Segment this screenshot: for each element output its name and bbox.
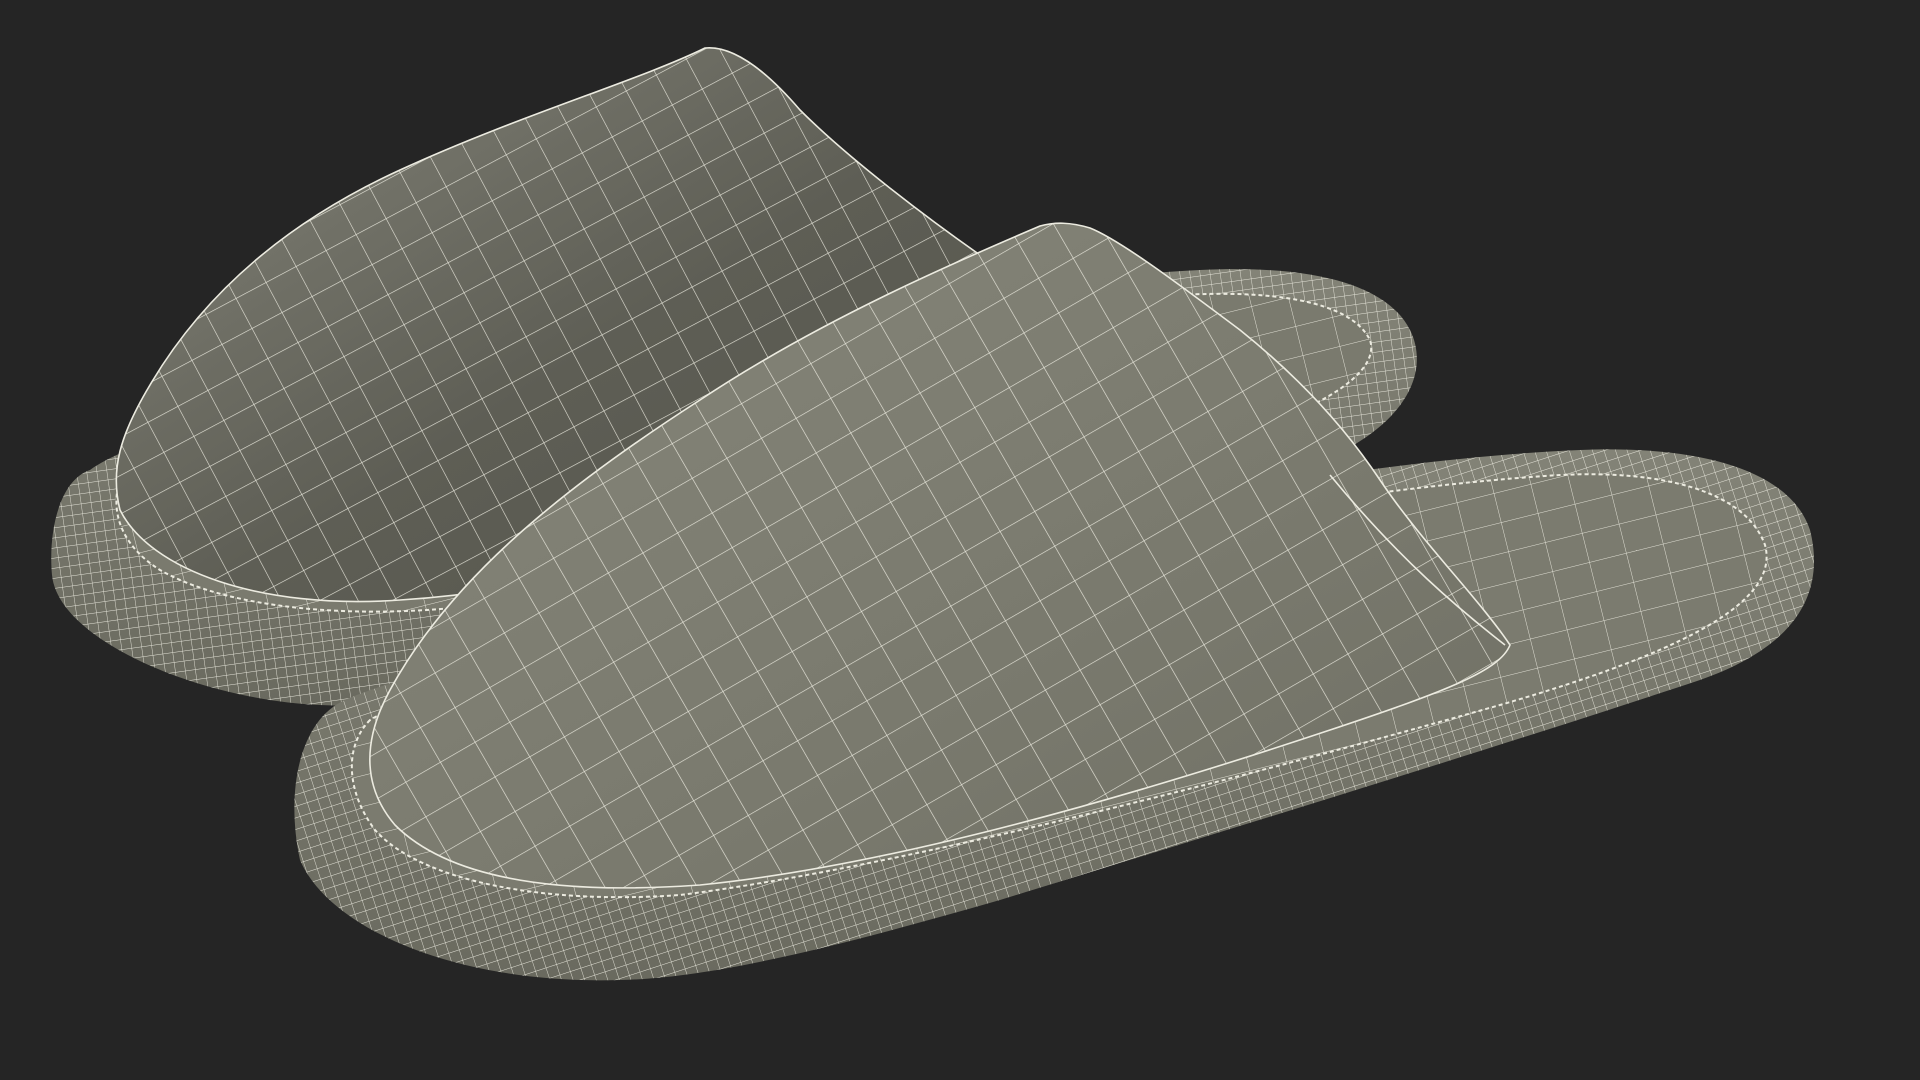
render-viewport (0, 0, 1920, 1080)
